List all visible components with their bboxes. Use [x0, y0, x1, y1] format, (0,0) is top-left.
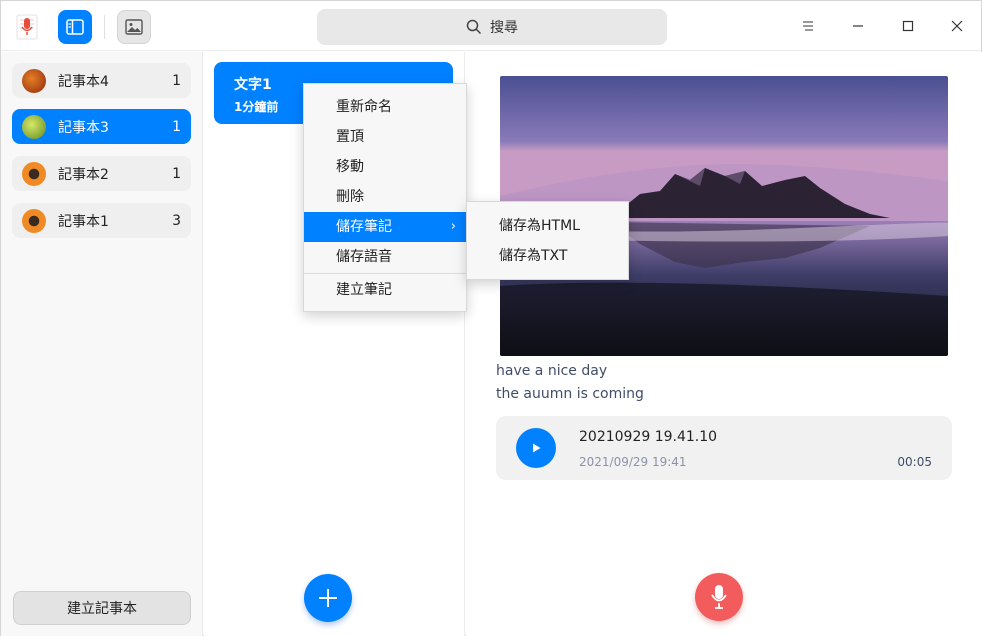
- play-icon: [533, 443, 541, 453]
- menu-item-label: 儲存筆記: [336, 219, 392, 235]
- note-text-line[interactable]: have a nice day: [496, 363, 607, 379]
- menu-item-save-voice[interactable]: 儲存語音: [304, 242, 466, 272]
- search-box[interactable]: 搜尋: [317, 9, 667, 45]
- notebook-avatar: [22, 161, 46, 186]
- app-logo-icon: [13, 13, 41, 41]
- add-note-button[interactable]: [304, 574, 352, 622]
- note-editor: have a nice day the auumn is coming 2021…: [466, 52, 982, 636]
- minimize-icon: [853, 25, 863, 27]
- menu-item-pin[interactable]: 置頂: [304, 122, 466, 152]
- toggle-sidebar-button[interactable]: [58, 10, 92, 44]
- notebook-avatar: [22, 114, 46, 139]
- notebook-item[interactable]: 記事本1 3: [12, 203, 191, 238]
- notebook-item[interactable]: 記事本2 1: [12, 156, 191, 191]
- maximize-button[interactable]: [893, 11, 923, 41]
- new-notebook-button[interactable]: 建立記事本: [13, 591, 191, 625]
- note-text-line[interactable]: the auumn is coming: [496, 386, 644, 402]
- toolbar-divider: [104, 15, 105, 39]
- notebook-name: 記事本4: [58, 73, 109, 90]
- main-menu-button[interactable]: [793, 11, 823, 41]
- menu-item-save-html[interactable]: 儲存為HTML: [467, 211, 628, 241]
- play-button[interactable]: [516, 428, 556, 468]
- close-button[interactable]: [942, 11, 972, 41]
- search-icon: [466, 19, 482, 35]
- notebook-name: 記事本3: [58, 119, 109, 136]
- voice-date: 2021/09/29 19:41: [579, 455, 687, 469]
- minimize-button[interactable]: [843, 11, 873, 41]
- microphone-icon: [711, 585, 727, 609]
- notebook-avatar: [22, 208, 46, 233]
- voice-title: 20210929 19.41.10: [579, 429, 718, 445]
- notebook-avatar: [22, 68, 46, 93]
- app-window: 搜尋 記事本4 1 記事本3 1 記事本2 1 記事本1 3 建立記事本 文字1…: [0, 0, 982, 636]
- maximize-icon: [902, 20, 914, 32]
- menu-item-delete[interactable]: 刪除: [304, 182, 466, 212]
- notebook-count: 1: [172, 72, 181, 89]
- menu-item-save-txt[interactable]: 儲存為TXT: [467, 241, 628, 271]
- voice-note-card[interactable]: 20210929 19.41.10 2021/09/29 19:41 00:05: [496, 416, 952, 480]
- notebook-name: 記事本1: [58, 213, 109, 230]
- insert-image-button[interactable]: [117, 10, 151, 44]
- plus-icon: [319, 589, 337, 607]
- close-icon: [951, 20, 963, 32]
- voice-duration: 00:05: [897, 455, 932, 469]
- menu-item-new-note[interactable]: 建立筆記: [304, 275, 466, 305]
- notebook-count: 3: [172, 212, 181, 229]
- record-voice-button[interactable]: [695, 573, 743, 621]
- image-icon: [125, 19, 143, 35]
- menu-item-rename[interactable]: 重新命名: [304, 92, 466, 122]
- menu-item-move[interactable]: 移動: [304, 152, 466, 182]
- chevron-right-icon: ›: [450, 219, 456, 234]
- notebook-name: 記事本2: [58, 166, 109, 183]
- search-placeholder: 搜尋: [490, 20, 518, 36]
- menu-divider: [304, 273, 466, 274]
- notebook-list: 記事本4 1 記事本3 1 記事本2 1 記事本1 3 建立記事本: [1, 52, 203, 636]
- titlebar: 搜尋: [1, 1, 981, 51]
- sidebar-icon: [66, 19, 84, 35]
- notebook-item-selected[interactable]: 記事本3 1: [12, 109, 191, 144]
- note-context-menu: 重新命名 置頂 移動 刪除 儲存筆記 › 儲存語音 建立筆記: [303, 83, 467, 312]
- menu-item-save-note[interactable]: 儲存筆記 ›: [304, 212, 466, 242]
- save-note-submenu: 儲存為HTML 儲存為TXT: [466, 201, 629, 280]
- hamburger-icon: [803, 21, 813, 31]
- notebook-count: 1: [172, 118, 181, 135]
- notebook-count: 1: [172, 165, 181, 182]
- notebook-item[interactable]: 記事本4 1: [12, 63, 191, 98]
